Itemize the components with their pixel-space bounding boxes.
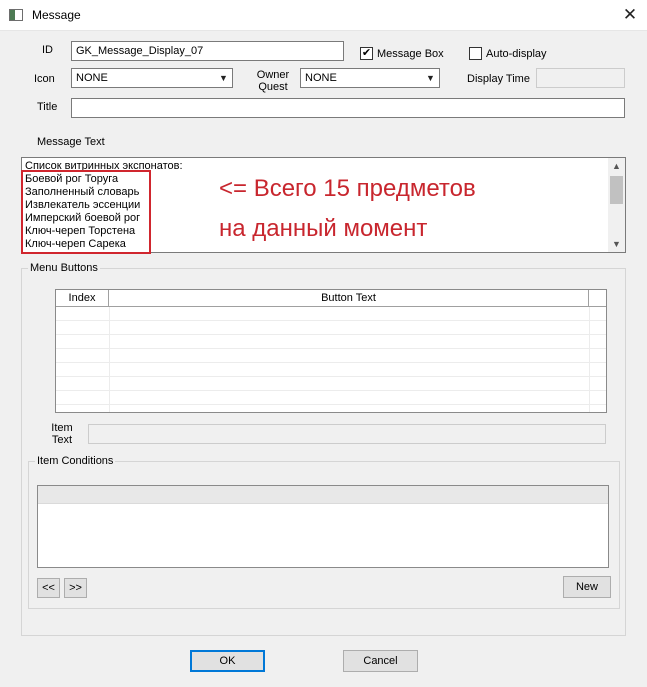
window-title: Message <box>32 8 81 22</box>
column-header-button-text[interactable]: Button Text <box>109 290 589 306</box>
prev-button[interactable]: << <box>37 578 60 598</box>
item-text-label: Item Text <box>51 422 73 446</box>
message-text-label: Message Text <box>37 136 105 148</box>
new-condition-button[interactable]: New <box>563 576 611 598</box>
annotation-line-2: на данный момент <box>219 215 428 242</box>
title-label: Title <box>37 101 58 113</box>
highlight-box <box>21 170 151 254</box>
cancel-button[interactable]: Cancel <box>343 650 418 672</box>
icon-select[interactable]: NONE ▼ <box>71 68 233 88</box>
title-field[interactable] <box>71 98 625 118</box>
conditions-header <box>38 486 608 504</box>
display-time-label: Display Time <box>467 73 530 85</box>
close-icon[interactable]: ✕ <box>618 3 642 27</box>
auto-display-label: Auto-display <box>486 48 547 60</box>
chevron-down-icon: ▼ <box>426 73 435 83</box>
message-box-checkbox[interactable]: ✔ <box>360 47 373 60</box>
table-row[interactable] <box>56 377 606 391</box>
display-time-field <box>536 68 625 88</box>
message-box-label: Message Box <box>377 48 444 60</box>
table-header: Index Button Text <box>56 290 606 307</box>
item-conditions-list[interactable] <box>37 485 609 568</box>
table-row[interactable] <box>56 321 606 335</box>
scroll-down-icon[interactable]: ▼ <box>608 236 625 252</box>
message-scrollbar[interactable]: ▲ ▼ <box>608 158 625 252</box>
table-row[interactable] <box>56 335 606 349</box>
app-window-icon <box>9 9 23 21</box>
icon-label: Icon <box>34 73 55 85</box>
owner-quest-select[interactable]: NONE ▼ <box>300 68 440 88</box>
next-button[interactable]: >> <box>64 578 87 598</box>
table-row[interactable] <box>56 363 606 377</box>
id-label: ID <box>42 44 53 56</box>
table-row[interactable] <box>56 349 606 363</box>
icon-select-value: NONE <box>76 72 108 84</box>
item-text-field <box>88 424 606 444</box>
auto-display-checkbox[interactable] <box>469 47 482 60</box>
column-header-index[interactable]: Index <box>56 290 109 306</box>
annotation-line-1: <= Всего 15 предметов <box>219 175 476 202</box>
scrollbar-thumb[interactable] <box>610 176 623 204</box>
owner-quest-label: Owner Quest <box>256 69 290 93</box>
table-row[interactable] <box>56 307 606 321</box>
id-field[interactable]: GK_Message_Display_07 <box>71 41 344 61</box>
title-bar <box>0 0 647 31</box>
chevron-down-icon: ▼ <box>219 73 228 83</box>
checkmark-icon: ✔ <box>361 47 372 59</box>
item-conditions-group-title: Item Conditions <box>35 455 116 467</box>
menu-buttons-table[interactable]: Index Button Text <box>55 289 607 413</box>
table-row[interactable] <box>56 391 606 405</box>
owner-quest-value: NONE <box>305 72 337 84</box>
ok-button[interactable]: OK <box>190 650 265 672</box>
scroll-up-icon[interactable]: ▲ <box>608 158 625 174</box>
menu-buttons-group-title: Menu Buttons <box>28 262 100 274</box>
